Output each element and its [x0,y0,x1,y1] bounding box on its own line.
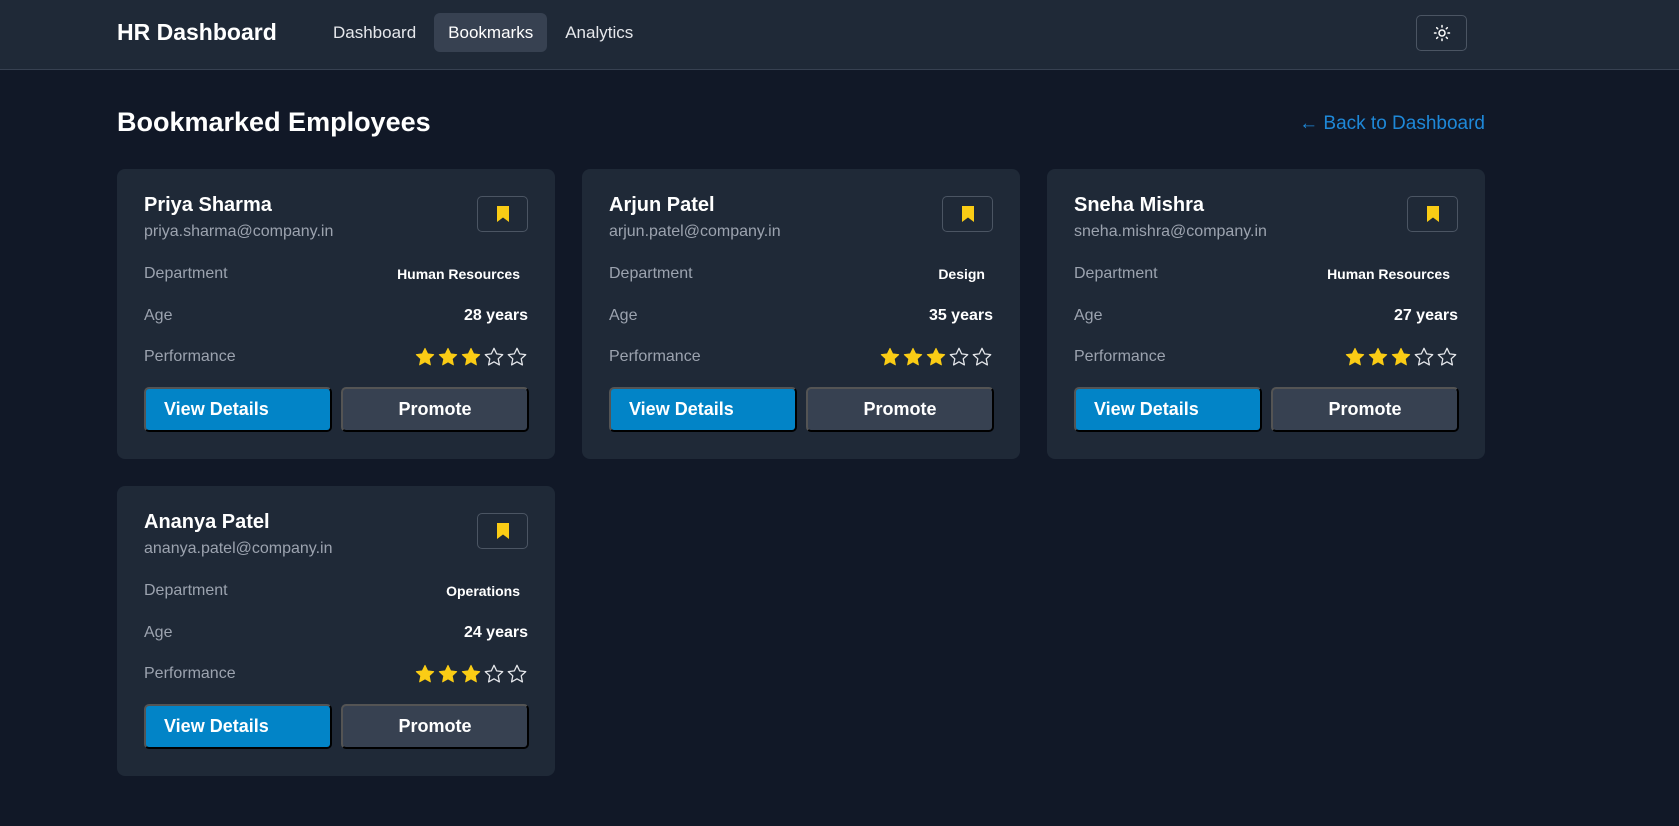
star-filled-icon [1391,347,1411,366]
age-row: Age 27 years [1074,305,1458,327]
age-row: Age 28 years [144,305,528,327]
promote-button[interactable]: Promote [1271,387,1459,432]
age-row: Age 35 years [609,305,993,327]
employee-name: Priya Sharma [144,194,272,216]
department-value: Operations [446,583,520,599]
age-label: Age [144,307,173,324]
performance-rating [879,346,993,368]
performance-row: Performance [1074,346,1458,368]
view-details-button[interactable]: View Details [144,704,332,749]
bookmarks-grid: Priya Sharma priya.sharma@company.in Dep… [117,169,1486,776]
employee-email: sneha.mishra@company.in [1074,223,1267,240]
bookmark-toggle-button[interactable] [477,513,528,549]
employee-card: Priya Sharma priya.sharma@company.in Dep… [117,169,555,459]
age-label: Age [1074,307,1103,324]
bookmark-toggle-button[interactable] [1407,196,1458,232]
employee-card: Arjun Patel arjun.patel@company.in Depar… [582,169,1020,459]
performance-row: Performance [609,346,993,368]
star-empty-icon [949,347,969,366]
employee-email: arjun.patel@company.in [609,223,781,240]
star-filled-icon [903,347,923,366]
performance-label: Performance [609,348,701,365]
star-empty-icon [972,347,992,366]
department-row: Department Operations [144,580,528,602]
star-empty-icon [507,347,527,366]
view-details-button[interactable]: View Details [144,387,332,432]
bookmark-icon [496,523,509,539]
employee-name: Arjun Patel [609,194,715,216]
top-navbar: HR Dashboard Dashboard Bookmarks Analyti… [0,0,1679,70]
star-empty-icon [484,347,504,366]
star-filled-icon [415,664,435,683]
bookmark-icon [496,206,509,222]
bookmark-icon [961,206,974,222]
nav-link-dashboard[interactable]: Dashboard [319,13,430,52]
performance-row: Performance [144,346,528,368]
performance-row: Performance [144,663,528,685]
nav-link-bookmarks[interactable]: Bookmarks [434,13,548,52]
department-value: Human Resources [397,266,520,282]
main-nav: Dashboard Bookmarks Analytics [319,13,647,52]
employee-card: Sneha Mishra sneha.mishra@company.in Dep… [1047,169,1485,459]
age-value: 28 years [463,307,528,324]
bookmark-icon [1426,206,1439,222]
star-empty-icon [1414,347,1434,366]
view-details-button[interactable]: View Details [1074,387,1262,432]
department-label: Department [609,265,693,282]
star-filled-icon [461,347,481,366]
star-filled-icon [926,347,946,366]
department-row: Department Human Resources [144,263,528,285]
promote-button[interactable]: Promote [341,387,529,432]
theme-toggle-button[interactable] [1416,15,1467,51]
department-label: Department [144,582,228,599]
star-filled-icon [415,347,435,366]
employee-card: Ananya Patel ananya.patel@company.in Dep… [117,486,555,776]
star-filled-icon [880,347,900,366]
department-label: Department [144,265,228,282]
employee-name: Sneha Mishra [1074,194,1205,216]
star-empty-icon [507,664,527,683]
star-filled-icon [438,347,458,366]
bookmark-toggle-button[interactable] [942,196,993,232]
performance-rating [414,663,528,685]
page-title: Bookmarked Employees [117,107,431,137]
performance-label: Performance [144,665,236,682]
bookmark-toggle-button[interactable] [477,196,528,232]
department-value: Design [938,266,985,282]
star-empty-icon [1437,347,1457,366]
age-value: 24 years [463,624,528,641]
age-row: Age 24 years [144,622,528,644]
performance-label: Performance [1074,348,1166,365]
star-filled-icon [1368,347,1388,366]
star-empty-icon [484,664,504,683]
promote-button[interactable]: Promote [806,387,994,432]
employee-email: ananya.patel@company.in [144,540,333,557]
performance-label: Performance [144,348,236,365]
department-value: Human Resources [1327,266,1450,282]
age-label: Age [144,624,173,641]
view-details-button[interactable]: View Details [609,387,797,432]
age-value: 27 years [1393,307,1458,324]
sun-icon [1433,24,1450,42]
nav-link-analytics[interactable]: Analytics [551,13,647,52]
brand-title[interactable]: HR Dashboard [117,19,277,46]
age-value: 35 years [928,307,993,324]
star-filled-icon [461,664,481,683]
star-filled-icon [438,664,458,683]
back-to-dashboard-link[interactable]: ← Back to Dashboard [1299,113,1485,135]
department-label: Department [1074,265,1158,282]
age-label: Age [609,307,638,324]
employee-email: priya.sharma@company.in [144,223,334,240]
promote-button[interactable]: Promote [341,704,529,749]
department-row: Department Design [609,263,993,285]
performance-rating [1344,346,1458,368]
star-filled-icon [1345,347,1365,366]
performance-rating [414,346,528,368]
department-row: Department Human Resources [1074,263,1458,285]
employee-name: Ananya Patel [144,511,270,533]
